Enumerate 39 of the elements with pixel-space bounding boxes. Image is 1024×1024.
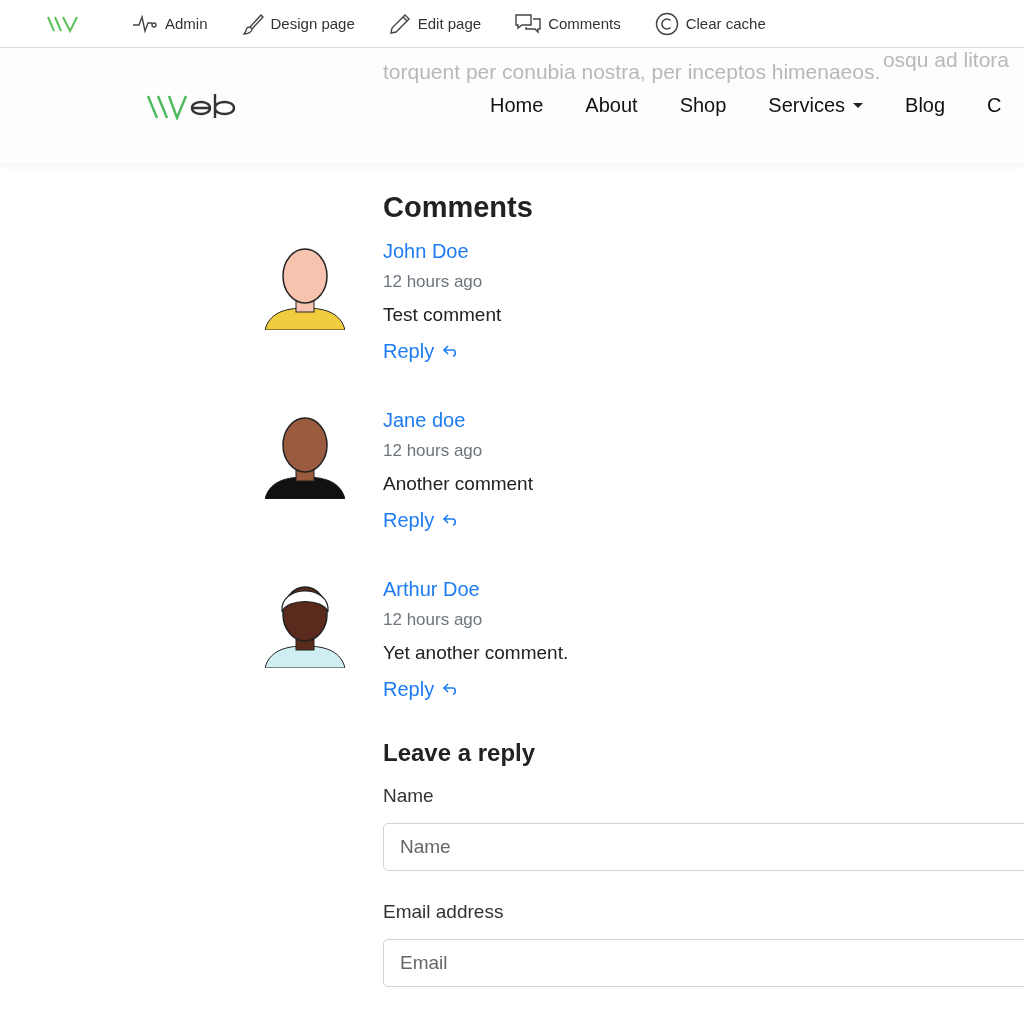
admin-bar-button[interactable]: Admin xyxy=(132,13,208,34)
nav-link[interactable]: Blog xyxy=(905,94,946,117)
comment-time: 12 hours ago xyxy=(383,271,483,293)
reply-link[interactable]: Reply xyxy=(383,507,459,533)
nav-link[interactable]: Shop xyxy=(679,94,727,117)
comment-text: Yet another comment. xyxy=(383,641,569,665)
comment-text: Test comment xyxy=(383,303,502,327)
input-field[interactable]: Email xyxy=(383,939,1024,987)
reply-icon xyxy=(442,682,459,696)
admin-bar-button[interactable]: Design page xyxy=(241,12,355,35)
nav-link[interactable]: Services xyxy=(768,94,864,117)
copyright-icon xyxy=(654,11,679,36)
faded-paragraph-text: osqu ad litora xyxy=(882,48,1009,72)
admin-bar-button[interactable]: Clear cache xyxy=(654,11,766,36)
section-heading: Comments xyxy=(383,191,534,224)
pencil-icon xyxy=(388,12,411,35)
author-link[interactable]: Arthur Doe xyxy=(383,576,480,602)
nav-link[interactable]: C xyxy=(987,94,1002,117)
input-field[interactable]: Name xyxy=(383,823,1024,871)
comment-text: Another comment xyxy=(383,472,533,496)
reply-icon xyxy=(442,513,459,527)
nav-link[interactable]: Home xyxy=(490,94,544,117)
form-heading: Leave a reply xyxy=(383,739,537,767)
pulse-icon xyxy=(132,13,158,34)
faded-paragraph-text: torquent per conubia nostra, per inceptos himenaeos. xyxy=(383,60,881,84)
reply-icon xyxy=(442,344,459,358)
field-label: Name xyxy=(383,785,435,807)
nav-link[interactable]: About xyxy=(585,94,638,117)
comment-time: 12 hours ago xyxy=(383,609,483,631)
reply-link[interactable]: Reply xyxy=(383,676,459,702)
reply-link[interactable]: Reply xyxy=(383,338,459,364)
field-label: Email address xyxy=(383,901,505,923)
admin-bar-button[interactable]: Edit page xyxy=(388,12,482,35)
comments-icon xyxy=(515,12,542,35)
admin-bar-button[interactable]: Comments xyxy=(515,12,621,35)
author-link[interactable]: Jane doe xyxy=(383,407,466,433)
author-link[interactable]: John Doe xyxy=(383,238,469,264)
brush-icon xyxy=(241,12,264,35)
comment-time: 12 hours ago xyxy=(383,440,483,462)
